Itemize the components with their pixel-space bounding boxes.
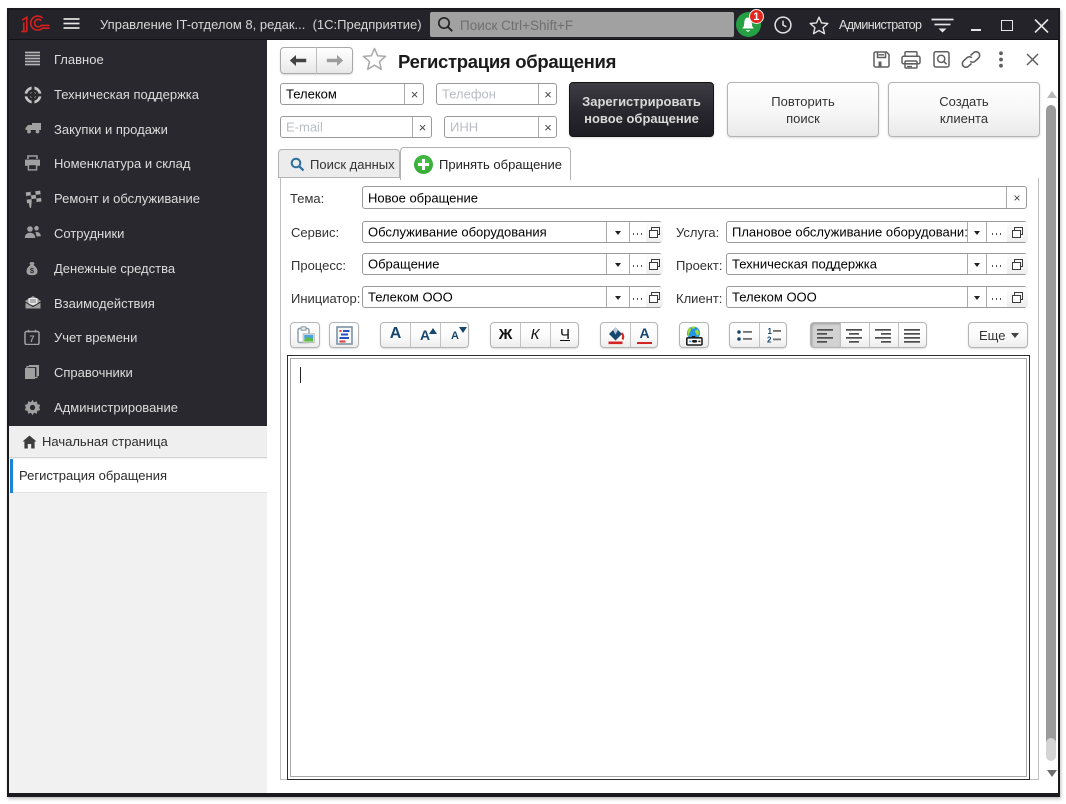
- svg-text:2: 2: [767, 336, 772, 345]
- svg-text:7: 7: [29, 334, 34, 344]
